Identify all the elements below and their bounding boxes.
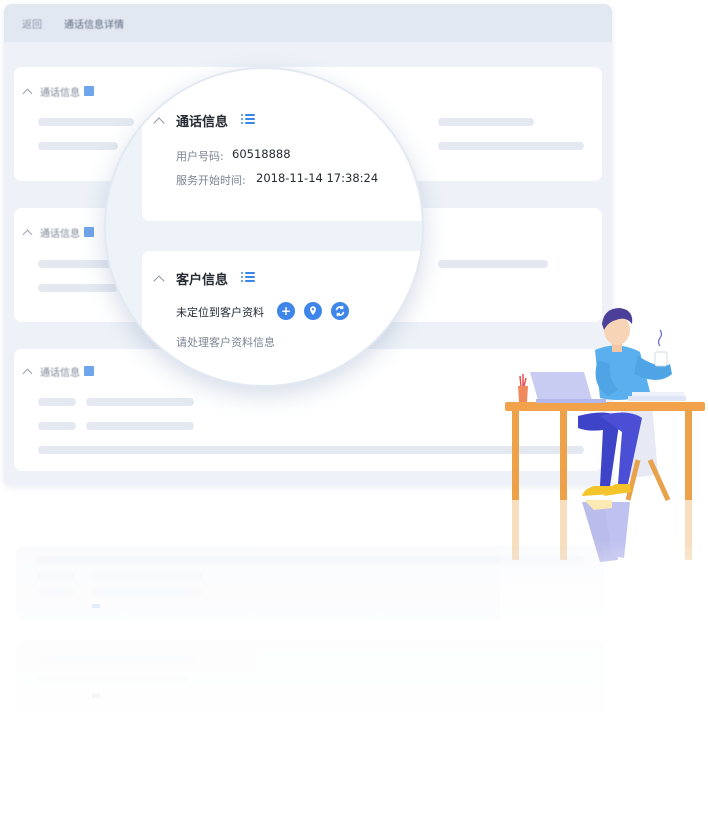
desk-top [505,402,705,411]
plus-icon: + [280,304,292,318]
laptop [530,372,592,400]
customer-hint-text: 请处理客户资料信息 [176,336,275,349]
skeleton-line [438,142,584,150]
location-pin-icon [310,306,316,315]
skeleton-line [38,260,118,268]
illustration-reflection-fade [500,540,708,630]
call-info-title: 通话信息 [176,115,229,130]
list-icon[interactable] [241,272,255,284]
locate-customer-button[interactable] [304,302,322,320]
skeleton-line [38,284,118,292]
skeleton-line [38,118,134,126]
skeleton-line [86,422,194,430]
skeleton-line [438,260,548,268]
card-title: 通话信息 [40,368,80,379]
skeleton-line [38,422,76,430]
skeleton-line [86,398,194,406]
skeleton-line [38,398,76,406]
card-title: 通话信息 [40,88,80,99]
call-info-card-zoomed [142,69,422,221]
customer-info-title: 客户信息 [176,273,229,288]
list-icon [84,86,94,96]
card-title: 通话信息 [40,229,80,240]
refresh-customer-button[interactable] [331,302,349,320]
refresh-icon [335,305,345,317]
user-number-label: 用户号码: [176,150,224,163]
service-start-label: 服务开始时间: [176,174,246,187]
customer-status-text: 未定位到客户资料 [176,306,264,319]
list-icon[interactable] [241,114,255,126]
list-icon [84,227,94,237]
window-title: 通话信息详情 [64,20,124,31]
skeleton-line [38,142,118,150]
skeleton-line [438,118,534,126]
person-at-desk-illustration [505,308,705,502]
service-start-value: 2018-11-14 17:38:24 [256,171,379,185]
user-number-value: 60518888 [232,147,291,161]
list-icon [84,366,94,376]
magnifier-lens: 通话信息 用户号码: 60518888 服务开始时间: 2018-11-14 1… [104,67,424,387]
back-link[interactable]: 返回 [22,16,42,31]
add-customer-button[interactable]: + [277,302,295,320]
